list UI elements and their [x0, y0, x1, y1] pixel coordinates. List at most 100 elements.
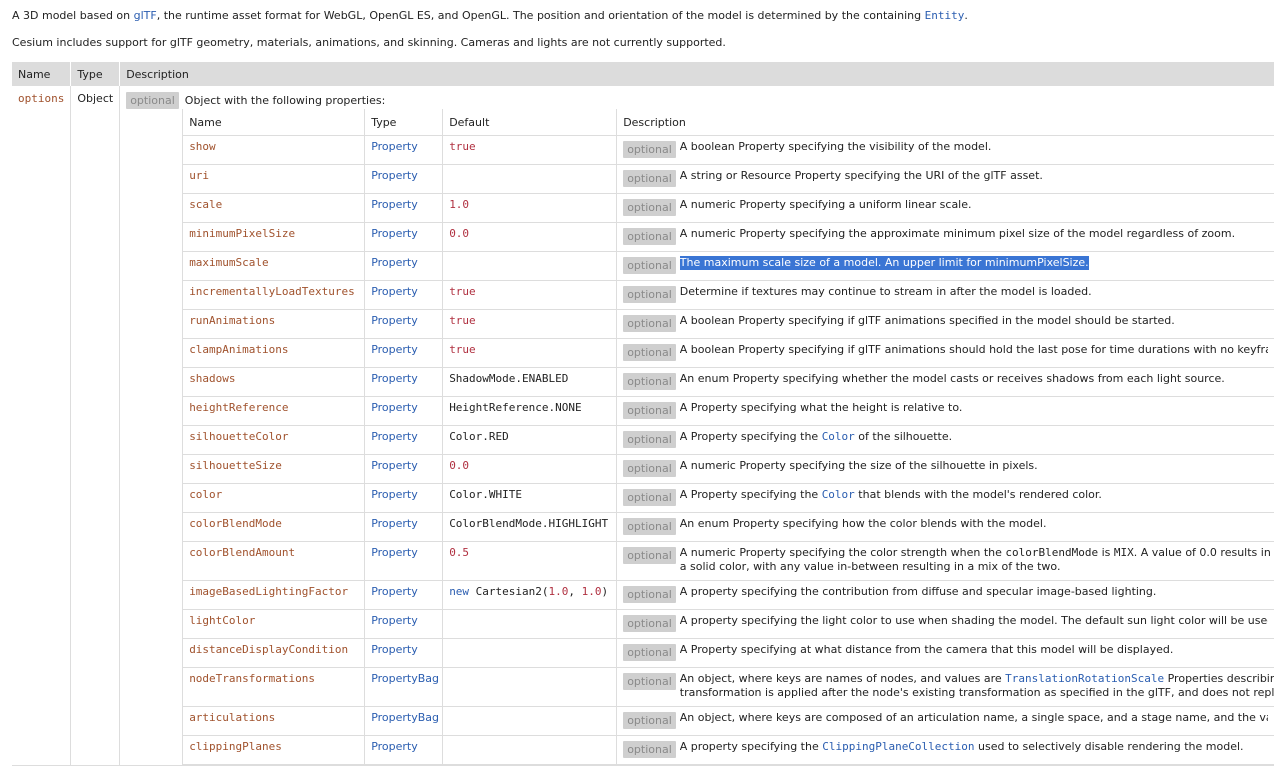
property-description: An object, where keys are names of nodes… [680, 672, 1274, 700]
property-row: clampAnimations Property true optional A … [182, 338, 1274, 368]
property-type-link[interactable]: Property [371, 430, 418, 443]
property-type-link[interactable]: Property [371, 643, 418, 656]
property-row: articulations PropertyBag optional An obj… [182, 706, 1274, 736]
optional-badge: optional [623, 141, 676, 158]
property-type-link[interactable]: PropertyBag [371, 672, 439, 685]
gltf-link[interactable]: glTF [134, 9, 157, 22]
property-row: shadows Property ShadowMode.ENABLED opti… [182, 367, 1274, 397]
optional-badge: optional [623, 344, 676, 361]
property-type-link[interactable]: Property [371, 285, 418, 298]
property-type-link[interactable]: Property [371, 140, 418, 153]
property-name: clippingPlanes [189, 740, 282, 753]
property-default: new Cartesian2(1.0, 1.0) [449, 585, 608, 598]
property-type-link[interactable]: Property [371, 740, 418, 753]
entity-link[interactable]: Entity [925, 9, 965, 22]
color-link[interactable]: Color [822, 430, 855, 443]
description-text: A property specifying the [679, 740, 823, 753]
description-text: A property specifying the light color to… [679, 614, 1269, 627]
property-description: A Property specifying what the height is… [679, 401, 963, 414]
property-description: An enum Property specifying how the colo… [679, 517, 1047, 530]
clipping-plane-collection-link[interactable]: ClippingPlaneCollection [822, 740, 974, 753]
optional-badge: optional [623, 586, 676, 603]
property-row: clippingPlanes Property optional A proper… [182, 735, 1274, 765]
property-row: nodeTransformations PropertyBag optional… [182, 667, 1274, 707]
property-name: colorBlendAmount [189, 546, 296, 559]
property-type-link[interactable]: Property [371, 546, 418, 559]
param-name-cell: options [12, 86, 72, 766]
col-header-name: Name [12, 62, 72, 86]
property-default: Color.WHITE [449, 488, 523, 501]
intro-paragraph-1: A 3D model based on glTF, the runtime as… [12, 9, 968, 22]
property-description: A Property specifying the Color of the s… [680, 430, 952, 444]
inner-col-header-name: Name [182, 109, 366, 136]
property-type-link[interactable]: Property [371, 614, 418, 627]
property-row: incrementallyLoadTextures Property true … [182, 280, 1274, 310]
property-type-link[interactable]: Property [371, 227, 418, 240]
property-description: A boolean Property specifying if glTF an… [679, 343, 1269, 356]
property-description: A boolean Property specifying the visibi… [679, 140, 992, 153]
default-keyword: new [449, 585, 470, 598]
property-type-link[interactable]: Property [371, 372, 418, 385]
description-code: colorBlendMode [1005, 546, 1099, 559]
property-description: A numeric Property specifying a uniform … [679, 198, 972, 211]
property-default: 0.0 [449, 227, 470, 240]
col-header-description: Description [119, 62, 1274, 86]
intro-text: , the runtime asset format for WebGL, Op… [156, 9, 925, 22]
property-default: true [449, 285, 476, 298]
property-default: ShadowMode.ENABLED [449, 372, 569, 385]
property-type-link[interactable]: Property [371, 169, 418, 182]
property-type-link[interactable]: Property [371, 343, 418, 356]
property-default: true [449, 343, 476, 356]
description-text: . A value of 0.0 results in the model [1133, 546, 1274, 559]
translation-rotation-scale-link[interactable]: TranslationRotationScale [1005, 672, 1164, 685]
color-link[interactable]: Color [822, 488, 855, 501]
property-row: minimumPixelSize Property 0.0 optional A … [182, 222, 1274, 252]
property-description: A numeric Property specifying the color … [680, 546, 1274, 574]
property-name: heightReference [189, 401, 289, 414]
property-type-link[interactable]: Property [371, 585, 418, 598]
inner-col-header-default: Default [442, 109, 618, 136]
description-text: is [1098, 546, 1114, 559]
description-text: An object, where keys are names of nodes… [679, 672, 1006, 685]
description-text: A Property specifying the [679, 488, 822, 501]
property-default: ColorBlendMode.HIGHLIGHT [449, 517, 609, 530]
property-name: maximumScale [189, 256, 269, 269]
property-description: A property specifying the contribution f… [679, 585, 1157, 598]
inner-col-header-type: Type [364, 109, 444, 136]
property-type-link[interactable]: Property [371, 459, 418, 472]
property-type-link[interactable]: Property [371, 517, 418, 530]
property-row: uri Property optional A string or Resourc… [182, 164, 1274, 194]
property-row: color Property Color.WHITE optional A Pro… [182, 483, 1274, 513]
property-default: true [449, 140, 476, 153]
property-type-link[interactable]: Property [371, 256, 418, 269]
optional-badge: optional [623, 712, 676, 729]
optional-badge: optional [126, 92, 179, 109]
optional-badge: optional [623, 373, 676, 390]
property-row: maximumScale Property optional The maximu… [182, 251, 1274, 281]
optional-badge: optional [623, 518, 676, 535]
description-text: used to selectively disable rendering th… [974, 740, 1244, 753]
property-name: distanceDisplayCondition [189, 643, 349, 656]
property-type-link[interactable]: Property [371, 488, 418, 501]
property-type-link[interactable]: PropertyBag [371, 711, 439, 724]
optional-badge: optional [623, 741, 676, 758]
optional-badge: optional [623, 170, 676, 187]
property-row: silhouetteColor Property Color.RED optio… [182, 425, 1274, 455]
optional-badge: optional [623, 286, 676, 303]
property-type-link[interactable]: Property [371, 314, 418, 327]
description-text: A Property specifying the [679, 430, 822, 443]
property-row: lightColor Property optional A property s… [182, 609, 1274, 639]
options-properties-table: Name Type Default Description show Prope… [182, 109, 1274, 765]
property-type-link[interactable]: Property [371, 401, 418, 414]
optional-badge: optional [623, 489, 676, 506]
property-name: incrementallyLoadTextures [189, 285, 355, 298]
optional-badge: optional [623, 615, 676, 632]
property-name: imageBasedLightingFactor [189, 585, 349, 598]
property-default: 1.0 [449, 198, 470, 211]
description-text: transformation is applied after the node… [679, 686, 1274, 699]
inner-col-header-description: Description [616, 109, 1274, 136]
optional-badge: optional [623, 402, 676, 419]
description-text: of the silhouette. [854, 430, 953, 443]
property-type-link[interactable]: Property [371, 198, 418, 211]
property-default: HeightReference.NONE [449, 401, 582, 414]
